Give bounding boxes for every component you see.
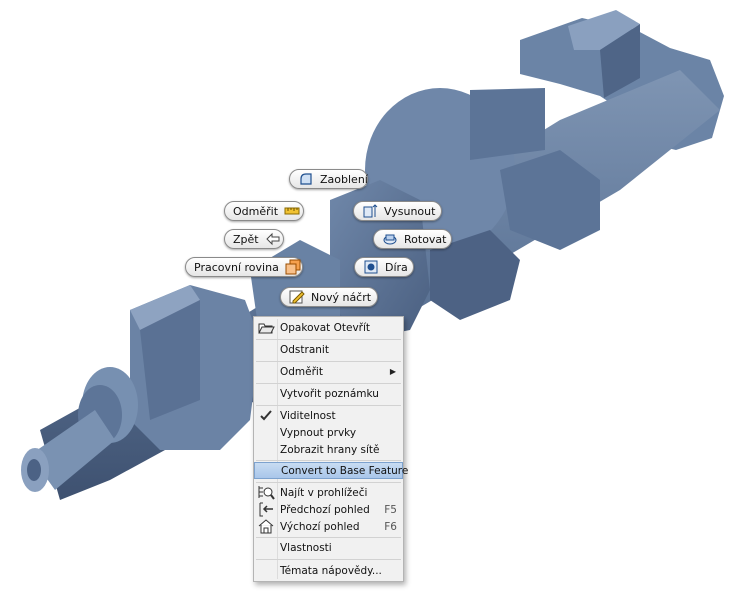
work-plane-button[interactable]: Pracovní rovina bbox=[185, 257, 303, 277]
ruler-icon bbox=[284, 203, 300, 219]
menu-item-label: Odstranit bbox=[280, 343, 329, 356]
new-sketch-button[interactable]: Nový náčrt bbox=[280, 287, 378, 307]
menu-separator bbox=[256, 559, 401, 560]
hole-icon bbox=[363, 259, 379, 275]
measure-button[interactable]: Odměřit bbox=[224, 201, 304, 221]
menu-item-label: Najít v prohlížeči bbox=[280, 486, 368, 499]
extrude-icon bbox=[362, 203, 378, 219]
hole-button[interactable]: Díra bbox=[354, 257, 414, 277]
menu-item-measure[interactable]: Odměřit ▶ bbox=[254, 363, 403, 380]
shortcut-label: F5 bbox=[384, 503, 397, 516]
menu-item-label: Vlastnosti bbox=[280, 541, 332, 554]
revolve-label: Rotovat bbox=[404, 232, 447, 246]
hole-label: Díra bbox=[385, 260, 408, 274]
back-label: Zpět bbox=[233, 232, 259, 246]
menu-item-repeat-open[interactable]: Opakovat Otevřít bbox=[254, 319, 403, 336]
new-sketch-icon bbox=[289, 289, 305, 305]
menu-item-label: Vytvořit poznámku bbox=[280, 387, 379, 400]
menu-item-label: Vypnout prvky bbox=[280, 426, 357, 439]
new-sketch-label: Nový náčrt bbox=[311, 290, 372, 304]
menu-item-find-in-browser[interactable]: Najít v prohlížeči bbox=[254, 484, 403, 501]
menu-item-show-mesh-edges[interactable]: Zobrazit hrany sítě bbox=[254, 441, 403, 458]
extrude-label: Vysunout bbox=[384, 204, 436, 218]
checkmark-icon bbox=[257, 407, 275, 424]
submenu-arrow-icon: ▶ bbox=[389, 367, 396, 376]
menu-item-help-topics[interactable]: Témata nápovědy... bbox=[254, 562, 403, 579]
menu-item-previous-view[interactable]: Předchozí pohled F5 bbox=[254, 501, 403, 518]
measure-label: Odměřit bbox=[233, 204, 279, 218]
menu-separator bbox=[256, 339, 401, 340]
work-plane-icon bbox=[285, 259, 301, 275]
menu-separator bbox=[256, 361, 401, 362]
folder-open-icon bbox=[257, 319, 275, 336]
fillet-label: Zaoblení bbox=[320, 172, 368, 186]
menu-item-label: Předchozí pohled bbox=[280, 503, 370, 516]
extrude-button[interactable]: Vysunout bbox=[353, 201, 442, 221]
back-arrow-icon bbox=[265, 231, 281, 247]
find-in-browser-icon bbox=[257, 484, 275, 501]
menu-separator bbox=[256, 383, 401, 384]
menu-item-label: Opakovat Otevřít bbox=[280, 321, 371, 334]
back-button[interactable]: Zpět bbox=[224, 229, 284, 249]
menu-item-create-note[interactable]: Vytvořit poznámku bbox=[254, 385, 403, 402]
menu-item-convert-to-base-feature[interactable]: Convert to Base Feature bbox=[254, 462, 408, 479]
previous-view-icon bbox=[257, 501, 275, 518]
menu-item-label: Témata nápovědy... bbox=[280, 564, 382, 577]
context-menu: Opakovat Otevřít Odstranit Odměřit ▶ Vyt… bbox=[253, 316, 408, 582]
home-view-icon bbox=[257, 518, 275, 535]
menu-item-label: Convert to Base Feature bbox=[281, 464, 409, 477]
menu-separator bbox=[256, 460, 401, 461]
menu-separator bbox=[256, 537, 401, 538]
menu-item-label: Odměřit bbox=[280, 365, 323, 378]
menu-item-visibility[interactable]: Viditelnost bbox=[254, 407, 403, 424]
shortcut-label: F6 bbox=[384, 520, 397, 533]
menu-item-label: Zobrazit hrany sítě bbox=[280, 443, 380, 456]
revolve-icon bbox=[382, 231, 398, 247]
menu-separator bbox=[256, 482, 401, 483]
menu-item-properties[interactable]: Vlastnosti bbox=[254, 539, 403, 556]
fillet-button[interactable]: Zaoblení bbox=[289, 169, 368, 189]
work-plane-label: Pracovní rovina bbox=[194, 260, 279, 274]
menu-item-delete[interactable]: Odstranit bbox=[254, 341, 403, 358]
revolve-button[interactable]: Rotovat bbox=[373, 229, 452, 249]
menu-item-disable-features[interactable]: Vypnout prvky bbox=[254, 424, 403, 441]
menu-item-label: Výchozí pohled bbox=[280, 520, 360, 533]
fillet-icon bbox=[298, 171, 314, 187]
menu-item-home-view[interactable]: Výchozí pohled F6 bbox=[254, 518, 403, 535]
menu-separator bbox=[256, 405, 401, 406]
menu-item-label: Viditelnost bbox=[280, 409, 336, 422]
